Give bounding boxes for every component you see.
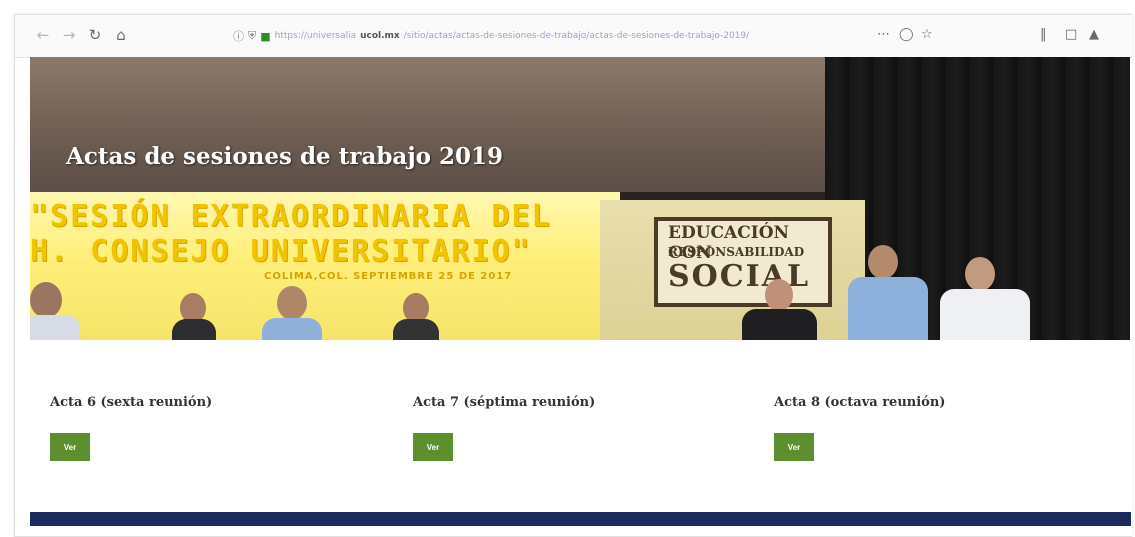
url-path: /sitio/actas/actas-de-sesiones-de-trabaj… (403, 31, 750, 41)
lock-icon: ■ (260, 29, 271, 43)
acta-title: Acta 8 (octava reunión) (774, 395, 946, 410)
person-head (965, 257, 995, 291)
person-body (848, 277, 928, 340)
library-icon[interactable]: ‖ (1040, 25, 1047, 45)
ver-button[interactable]: Ver (50, 433, 90, 461)
banner-text-line3: COLIMA,COL. SEPTIEMBRE 25 DE 2017 (264, 271, 513, 282)
forward-icon[interactable]: → (59, 25, 79, 45)
ver-button[interactable]: Ver (413, 433, 453, 461)
url-prefix: https://universalia (274, 31, 357, 41)
banner-text-line2: H. CONSEJO UNIVERSITARIO" (30, 234, 532, 269)
banner-text-line1: "SESIÓN EXTRAORDINARIA DEL (30, 199, 552, 234)
ver-button[interactable]: Ver (774, 433, 814, 461)
person-head (868, 245, 898, 279)
person-body (262, 318, 322, 340)
info-icon[interactable]: ⓘ (233, 28, 244, 44)
person-body (30, 315, 80, 340)
hero-banner: "SESIÓN EXTRAORDINARIA DEL H. CONSEJO UN… (30, 57, 1130, 340)
person-head (765, 279, 793, 311)
footer-bar (30, 512, 1131, 526)
acta-title: Acta 7 (séptima reunión) (413, 395, 596, 410)
star-icon[interactable]: ☆ (921, 25, 933, 45)
page-title: Actas de sesiones de trabajo 2019 (66, 143, 504, 170)
back-icon[interactable]: ← (33, 25, 53, 45)
more-icon[interactable]: ⋯ (877, 25, 890, 45)
browser-toolbar: ← → ↻ ⌂ ⓘ ⛨ ■ https://universalia ucol.mx… (15, 15, 1132, 58)
address-bar[interactable]: ⓘ ⛨ ■ https://universalia ucol.mx/sitio/a… (233, 25, 873, 47)
extension-icon[interactable]: ▲ (1089, 25, 1099, 45)
person-body (742, 309, 817, 340)
sign-line2: RESPONSABILIDAD (668, 245, 805, 259)
hero-wall (30, 57, 825, 192)
sidebar-icon[interactable]: □ (1065, 25, 1077, 45)
person-head (277, 286, 307, 320)
person-body (172, 319, 216, 340)
home-icon[interactable]: ⌂ (111, 25, 131, 45)
person-head (30, 282, 62, 318)
reload-icon[interactable]: ↻ (85, 25, 105, 45)
person-body (393, 319, 439, 340)
url-domain: ucol.mx (360, 31, 400, 41)
pocket-icon[interactable]: ◯ (899, 25, 914, 45)
person-body (940, 289, 1030, 340)
acta-title: Acta 6 (sexta reunión) (50, 395, 213, 410)
shield-icon[interactable]: ⛨ (248, 29, 256, 43)
browser-window: ← → ↻ ⌂ ⓘ ⛨ ■ https://universalia ucol.mx… (14, 14, 1132, 537)
podium-sign: EDUCACIÓN CON RESPONSABILIDAD SOCIAL (654, 217, 832, 307)
